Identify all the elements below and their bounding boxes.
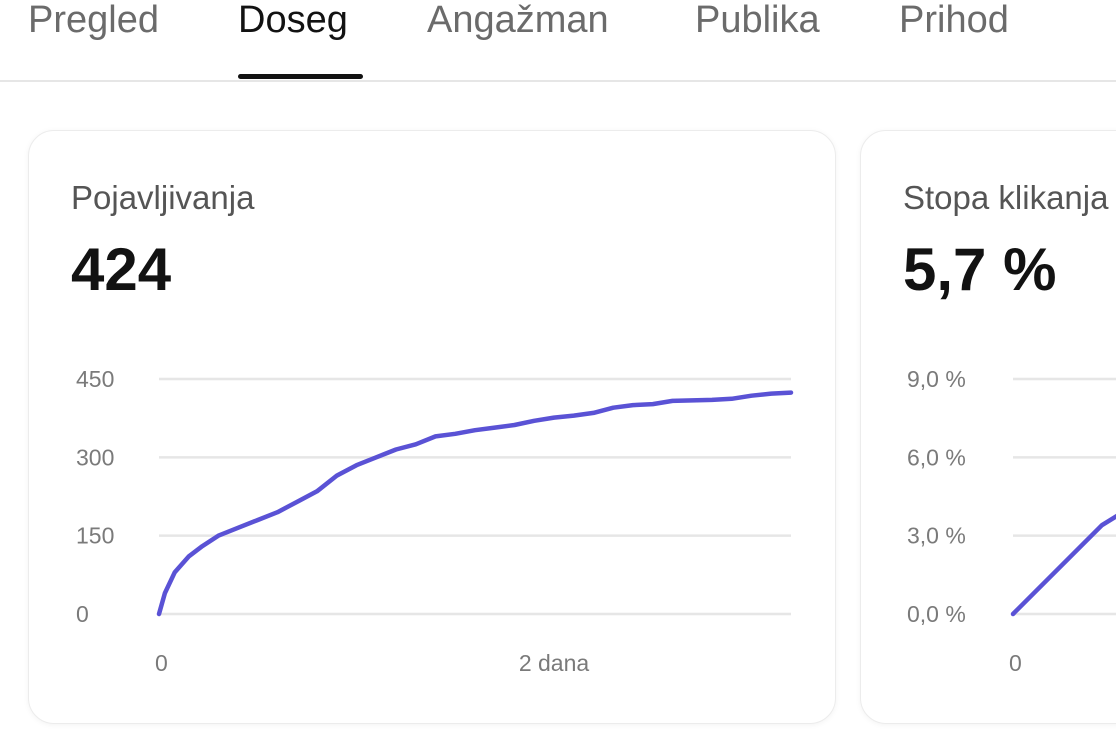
y-tick-label: 450	[76, 366, 114, 392]
x-tick-label: 2 dana	[519, 650, 590, 676]
y-tick-label: 3,0 %	[907, 523, 966, 549]
impressions-chart: 0 150 300 450 0 2 dana	[76, 366, 794, 676]
tab-angazman[interactable]: Angažman	[427, 0, 609, 40]
y-tick-label: 150	[76, 523, 114, 549]
active-tab-indicator	[238, 74, 363, 79]
series-line	[156, 390, 794, 617]
x-tick-label: 0	[155, 650, 168, 676]
tab-publika[interactable]: Publika	[695, 0, 820, 40]
y-tick-label: 0,0 %	[907, 601, 966, 627]
y-tick-label: 6,0 %	[907, 444, 966, 470]
y-tick-label: 0	[76, 601, 89, 627]
tab-bar: Pregled Doseg Angažman Publika Prihod	[0, 0, 1116, 82]
tab-prihod[interactable]: Prihod	[899, 0, 1009, 40]
y-tick-label: 9,0 %	[907, 366, 966, 392]
x-tick-label: 0	[1009, 650, 1022, 676]
tab-doseg[interactable]: Doseg	[238, 0, 348, 40]
ctr-card[interactable]: Stopa klikanja 5,7 % 0,0 % 3,0 % 6,0 % 9,0 …	[860, 130, 1116, 724]
series-line	[1010, 513, 1116, 617]
impressions-card[interactable]: Pojavljivanja 424 0 150 300 450 0 2 dana	[28, 130, 836, 724]
y-tick-label: 300	[76, 444, 114, 470]
ctr-chart: 0,0 % 3,0 % 6,0 % 9,0 % 0	[907, 366, 1116, 676]
tab-pregled[interactable]: Pregled	[28, 0, 159, 40]
